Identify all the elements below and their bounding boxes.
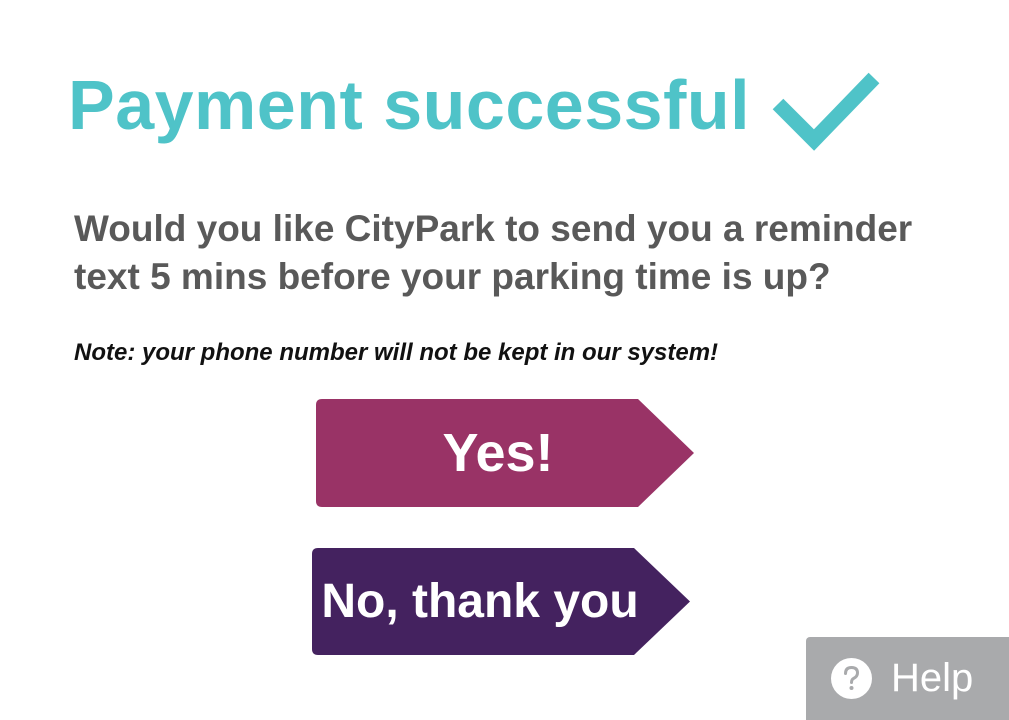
no-button-label: No, thank you [321, 575, 639, 628]
privacy-note: Note: your phone number will not be kept… [74, 339, 719, 366]
payment-success-screen: Payment successful Would you like CityPa… [0, 0, 1009, 720]
help-label: Help [891, 656, 974, 700]
yes-button-label: Yes! [442, 423, 554, 483]
reminder-question: Would you like CityPark to send you a re… [74, 208, 913, 297]
checkmark-icon [772, 72, 880, 151]
page-title: Payment successful [68, 66, 751, 144]
no-thank-you-button[interactable]: No, thank you [312, 548, 690, 655]
question-mark-icon [831, 658, 872, 699]
title-row: Payment successful [68, 70, 750, 140]
help-button[interactable]: Help [806, 637, 1009, 720]
yes-button[interactable]: Yes! [316, 399, 694, 507]
